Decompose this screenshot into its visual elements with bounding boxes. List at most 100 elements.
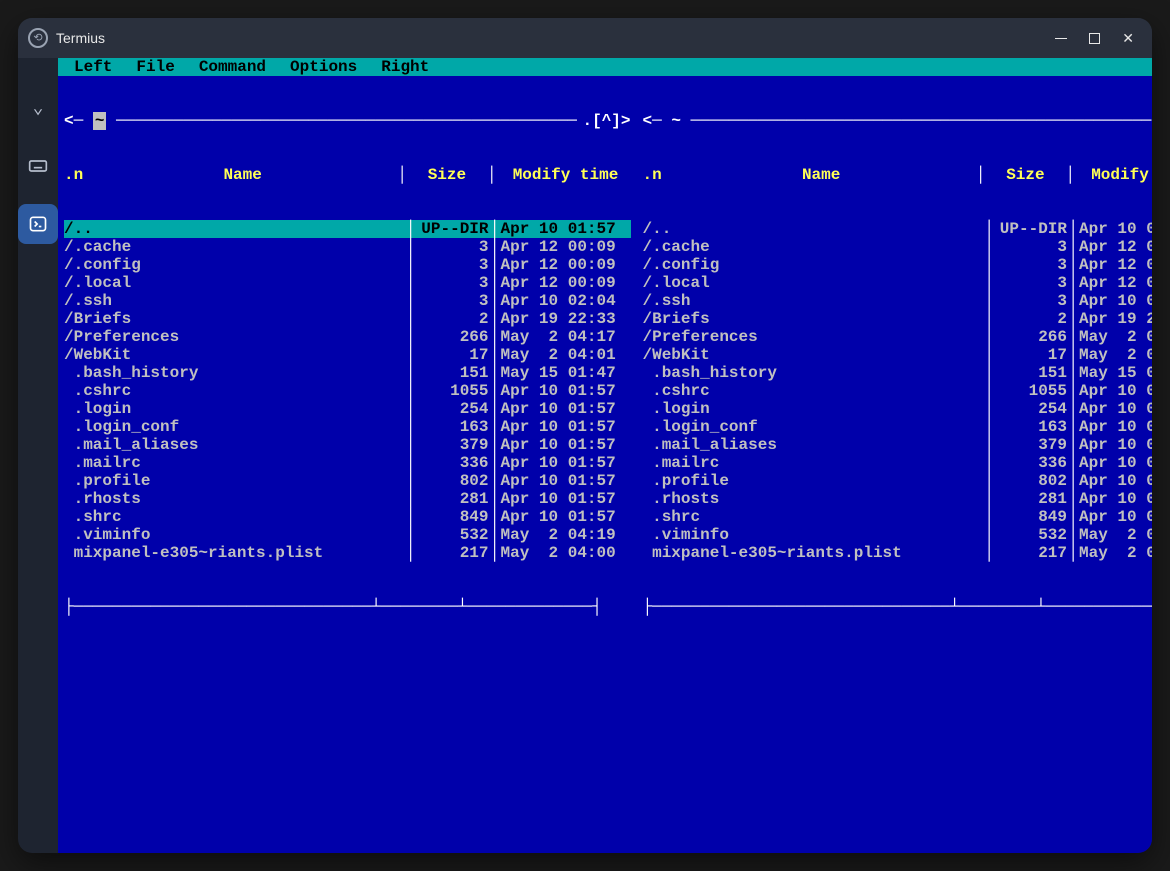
file-size: 3	[417, 238, 489, 256]
file-row[interactable]: /Briefs│2│Apr 19 22:33	[64, 310, 631, 328]
file-mtime: Apr 12 00:09	[1079, 274, 1152, 292]
file-mtime: May 2 04:00	[1079, 544, 1152, 562]
file-row[interactable]: .cshrc│1055│Apr 10 01:57	[643, 382, 1153, 400]
file-size: 281	[995, 490, 1067, 508]
file-size: 266	[995, 328, 1067, 346]
file-name: /.config	[64, 256, 405, 274]
file-row[interactable]: .viminfo│532│May 2 04:19	[64, 526, 631, 544]
col-name[interactable]: Name	[671, 166, 972, 184]
file-row[interactable]: /.ssh│3│Apr 10 02:04	[643, 292, 1153, 310]
file-mtime: Apr 10 01:57	[501, 436, 631, 454]
file-mtime: May 2 04:00	[501, 544, 631, 562]
file-size: 254	[995, 400, 1067, 418]
menu-right[interactable]: Right	[375, 58, 447, 76]
file-mtime: Apr 12 00:09	[501, 238, 631, 256]
file-row[interactable]: .mail_aliases│379│Apr 10 01:57	[643, 436, 1153, 454]
file-name: .profile	[64, 472, 405, 490]
mc-menubar: Left File Command Options Right	[58, 58, 1152, 76]
file-row[interactable]: .login_conf│163│Apr 10 01:57	[64, 418, 631, 436]
file-row[interactable]: .profile│802│Apr 10 01:57	[64, 472, 631, 490]
file-row[interactable]: /.local│3│Apr 12 00:09	[64, 274, 631, 292]
file-row[interactable]: .login_conf│163│Apr 10 01:57	[643, 418, 1153, 436]
file-name: .mail_aliases	[643, 436, 984, 454]
col-size[interactable]: Size	[411, 166, 483, 184]
titlebar: ⟲ Termius ✕	[18, 18, 1152, 58]
file-name: mixpanel-e305~riants.plist	[64, 544, 405, 562]
file-name: /WebKit	[643, 346, 984, 364]
file-size: 379	[417, 436, 489, 454]
file-row[interactable]: /..│UP--DIR│Apr 10 01:57	[643, 220, 1153, 238]
file-row[interactable]: /.config│3│Apr 12 00:09	[64, 256, 631, 274]
file-name: .cshrc	[64, 382, 405, 400]
file-row[interactable]: .mail_aliases│379│Apr 10 01:57	[64, 436, 631, 454]
col-size[interactable]: Size	[989, 166, 1061, 184]
col-n[interactable]: .n	[64, 166, 92, 184]
sidebar-collapse[interactable]: ⌄	[18, 88, 58, 128]
col-mtime[interactable]: Modify time	[1079, 166, 1152, 184]
file-name: .login_conf	[643, 418, 984, 436]
file-row[interactable]: .login│254│Apr 10 01:57	[64, 400, 631, 418]
file-row[interactable]: .bash_history│151│May 15 01:47	[64, 364, 631, 382]
file-row[interactable]: .cshrc│1055│Apr 10 01:57	[64, 382, 631, 400]
file-size: 1055	[417, 382, 489, 400]
right-panel-path[interactable]: ~	[671, 112, 681, 130]
file-row[interactable]: .rhosts│281│Apr 10 01:57	[643, 490, 1153, 508]
file-size: 532	[995, 526, 1067, 544]
file-row[interactable]: .login│254│Apr 10 01:57	[643, 400, 1153, 418]
file-size: 3	[995, 292, 1067, 310]
file-row[interactable]: /Preferences│266│May 2 04:17	[643, 328, 1153, 346]
menu-options[interactable]: Options	[284, 58, 375, 76]
file-row[interactable]: /..│UP--DIR│Apr 10 01:57	[64, 220, 631, 238]
file-mtime: Apr 10 02:04	[1079, 292, 1152, 310]
file-mtime: Apr 19 22:33	[501, 310, 631, 328]
file-mtime: Apr 12 00:09	[501, 256, 631, 274]
file-name: .mailrc	[643, 454, 984, 472]
file-size: 1055	[995, 382, 1067, 400]
minimize-icon[interactable]	[1055, 38, 1067, 39]
file-row[interactable]: /.config│3│Apr 12 00:09	[643, 256, 1153, 274]
file-mtime: Apr 10 01:57	[1079, 490, 1152, 508]
file-row[interactable]: .bash_history│151│May 15 01:47	[643, 364, 1153, 382]
left-panel-path[interactable]: ~	[93, 112, 107, 130]
file-name: /.ssh	[643, 292, 984, 310]
right-panel[interactable]: <─ ~ ───────────────────────────────────…	[637, 76, 1153, 853]
file-row[interactable]: mixpanel-e305~riants.plist│217│May 2 04:…	[64, 544, 631, 562]
file-row[interactable]: /WebKit│17│May 2 04:01	[643, 346, 1153, 364]
file-row[interactable]: /.local│3│Apr 12 00:09	[643, 274, 1153, 292]
window-controls: ✕	[1055, 30, 1142, 47]
terminal[interactable]: Left File Command Options Right <─ ~ ───…	[58, 58, 1152, 853]
file-row[interactable]: .mailrc│336│Apr 10 01:57	[64, 454, 631, 472]
file-row[interactable]: .mailrc│336│Apr 10 01:57	[643, 454, 1153, 472]
file-row[interactable]: .shrc│849│Apr 10 01:57	[643, 508, 1153, 526]
file-row[interactable]: .rhosts│281│Apr 10 01:57	[64, 490, 631, 508]
menu-command[interactable]: Command	[193, 58, 284, 76]
file-row[interactable]: /.cache│3│Apr 12 00:09	[64, 238, 631, 256]
col-n[interactable]: .n	[643, 166, 671, 184]
file-size: UP--DIR	[417, 220, 489, 238]
file-name: mixpanel-e305~riants.plist	[643, 544, 984, 562]
file-mtime: May 2 04:19	[501, 526, 631, 544]
file-row[interactable]: /Preferences│266│May 2 04:17	[64, 328, 631, 346]
col-mtime[interactable]: Modify time	[501, 166, 631, 184]
file-row[interactable]: .shrc│849│Apr 10 01:57	[64, 508, 631, 526]
menu-file[interactable]: File	[130, 58, 192, 76]
sidebar-item-terminal[interactable]	[18, 204, 58, 244]
close-icon[interactable]: ✕	[1122, 30, 1134, 47]
left-panel[interactable]: <─ ~ ───────────────────────────────────…	[58, 76, 637, 853]
file-name: /.cache	[64, 238, 405, 256]
file-name: .viminfo	[643, 526, 984, 544]
file-row[interactable]: /Briefs│2│Apr 19 22:33	[643, 310, 1153, 328]
file-row[interactable]: .viminfo│532│May 2 04:19	[643, 526, 1153, 544]
maximize-icon[interactable]	[1089, 33, 1100, 44]
file-row[interactable]: /WebKit│17│May 2 04:01	[64, 346, 631, 364]
file-row[interactable]: /.ssh│3│Apr 10 02:04	[64, 292, 631, 310]
col-name[interactable]: Name	[92, 166, 393, 184]
menu-left[interactable]: Left	[68, 58, 130, 76]
file-mtime: Apr 10 01:57	[1079, 220, 1152, 238]
file-row[interactable]: mixpanel-e305~riants.plist│217│May 2 04:…	[643, 544, 1153, 562]
file-row[interactable]: .profile│802│Apr 10 01:57	[643, 472, 1153, 490]
sidebar-item-keyboard[interactable]	[18, 146, 58, 186]
file-mtime: Apr 10 01:57	[1079, 400, 1152, 418]
file-row[interactable]: /.cache│3│Apr 12 00:09	[643, 238, 1153, 256]
file-name: /.local	[643, 274, 984, 292]
